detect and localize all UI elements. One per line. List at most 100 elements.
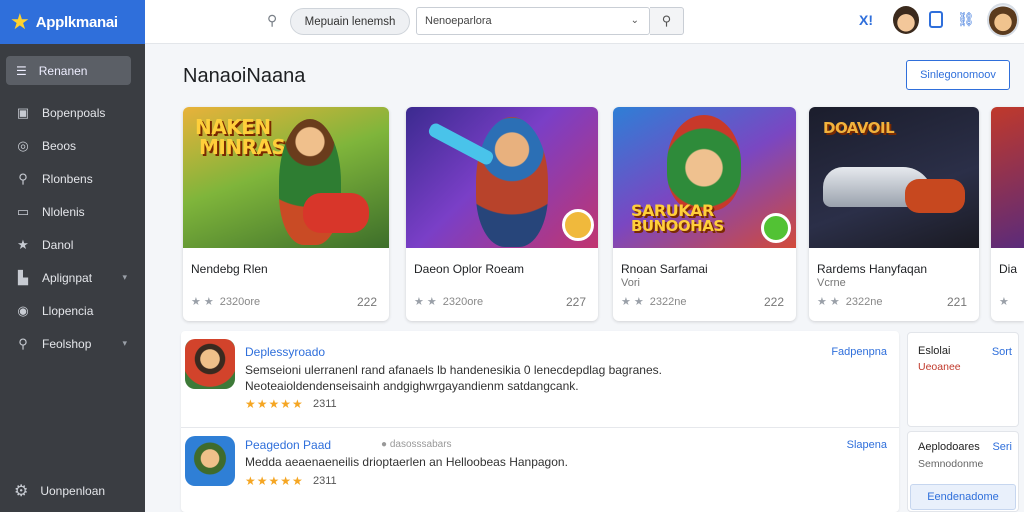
card-stats: ★ ★ 2320ore: [191, 295, 261, 309]
card-count: 227: [565, 295, 586, 309]
list-action-link[interactable]: Fadpenpna: [831, 346, 887, 358]
inbox-icon: ▣: [16, 104, 30, 120]
sidebar-item-label: Rlonbens: [42, 171, 93, 186]
side-panel: Eslolai Sort Ueoanee: [907, 332, 1019, 427]
sidebar-item-7[interactable]: ◉ Llopencia: [0, 294, 145, 327]
app-name[interactable]: Deplessyroado: [245, 345, 325, 359]
card-rating: 2320ore: [442, 295, 484, 308]
sidebar-item-6[interactable]: ▙ Aplignpat ▾: [0, 261, 145, 294]
star-icon: ★ ★: [817, 296, 840, 308]
card-artwork: [406, 107, 598, 248]
user-avatar[interactable]: [987, 3, 1019, 37]
sidebar-item-1[interactable]: ▣ Bopenpoals: [0, 96, 145, 129]
panel-status: Ueoanee: [918, 361, 961, 373]
sidebar-item-3[interactable]: ⚲ Rlonbens: [0, 162, 145, 195]
artwork-subtitle: MINRAS: [199, 135, 286, 159]
rival-car-art: [905, 179, 965, 213]
sidebar-nav: ▣ Bopenpoals ◎ Beoos ⚲ Rlonbens ▭ Nlolenis ★…: [0, 96, 145, 360]
search-icon: ⚲: [661, 13, 672, 28]
card-rating: 2322ne: [845, 295, 883, 308]
panel-button[interactable]: Eendenadome: [910, 484, 1016, 510]
search-pill[interactable]: Mepuain lenemsh: [290, 8, 410, 35]
gear-icon: ⚙: [14, 483, 29, 500]
app-brand[interactable]: ★ Applkmanai: [0, 0, 145, 44]
artwork-title: DOAVOIL: [823, 119, 895, 137]
key-icon: ⚲: [18, 170, 28, 186]
list-item[interactable]: Deplessyroado Semseioni ulerranenl rand …: [181, 331, 899, 419]
card-artwork: [991, 107, 1024, 248]
rating-stars: ★★★★★: [245, 474, 304, 488]
search-icon[interactable]: ⚲: [267, 12, 277, 29]
sort-link[interactable]: Sort: [992, 346, 1012, 358]
avatar[interactable]: [893, 6, 919, 34]
gamepad-art: [303, 193, 369, 233]
card-count: 222: [356, 295, 377, 309]
bulb-icon: ◎: [17, 137, 29, 153]
app-card[interactable]: Dia ★: [991, 107, 1024, 321]
app-name: Applkmanai: [35, 13, 118, 31]
card-subtitle: Vcrne: [817, 277, 846, 289]
card-artwork: SARUKAR BUNOOHAS: [613, 107, 796, 248]
header-action-button[interactable]: Sinlegonomoov: [906, 60, 1010, 90]
panel-subtitle: Semnodonme: [918, 458, 984, 470]
sidebar-item-4[interactable]: ▭ Nlolenis: [0, 195, 145, 228]
app-list: Deplessyroado Semseioni ulerranenl rand …: [181, 331, 899, 512]
app-card[interactable]: SARUKAR BUNOOHAS Rnoan Sarfamai Vori ★ ★…: [613, 107, 796, 321]
card-title: Daeon Oplor Roeam: [414, 262, 525, 276]
network-icon[interactable]: ⛓: [957, 11, 975, 28]
notification-x-icon[interactable]: X!: [859, 12, 873, 28]
card-artwork: NAKEN MINRAS: [183, 107, 389, 248]
clipboard-icon[interactable]: [929, 11, 943, 28]
panel-link[interactable]: Seri: [992, 441, 1012, 453]
search-icon: ⚲: [18, 335, 28, 351]
character-art: [667, 115, 741, 211]
card-count: 222: [763, 295, 784, 309]
panel-heading: Aeplodoares: [918, 441, 980, 453]
list-action-link[interactable]: Slapena: [847, 439, 887, 451]
card-stats: ★ ★ 2322ne: [817, 295, 883, 309]
sidebar-item-label: Danol: [42, 237, 74, 252]
sidebar-item-2[interactable]: ◎ Beoos: [0, 129, 145, 162]
review-count: 2311: [313, 398, 337, 410]
sidebar-settings[interactable]: ⚙ Uonpenloan: [0, 478, 145, 504]
badge-icon: [562, 209, 594, 241]
card-subtitle: Vori: [621, 277, 640, 289]
review-count: 2311: [313, 475, 337, 487]
app-tag: ● dasosssabars: [381, 439, 452, 450]
sidebar-item-active[interactable]: ☰ Renanen: [6, 56, 131, 85]
search-button[interactable]: ⚲: [650, 7, 684, 35]
app-description: Semseioni ulerranenl rand afanaels lb ha…: [245, 363, 662, 393]
sidebar: ★ Applkmanai ☰ Renanen ▣ Bopenpoals ◎ Beoo…: [0, 0, 145, 512]
menu-icon: ☰: [16, 63, 27, 78]
sidebar-item-5[interactable]: ★ Danol: [0, 228, 145, 261]
app-card[interactable]: Daeon Oplor Roeam ★ ★ 2320ore 227: [406, 107, 598, 321]
card-stats: ★: [999, 295, 1009, 308]
filter-select-value: Nenoeparlora: [425, 15, 492, 27]
star-icon: ★: [17, 236, 29, 252]
card-rating: 2322ne: [649, 295, 687, 308]
card-rating: 2320ore: [219, 295, 261, 308]
circle-icon: ◉: [17, 302, 29, 318]
app-description: Medda aeaenaeneilis drioptaerlen an Hell…: [245, 455, 568, 469]
app-card[interactable]: NAKEN MINRAS Nendebg Rlen ★ ★ 2320ore 222: [183, 107, 389, 321]
sidebar-item-label: Aplignpat: [42, 270, 93, 285]
sidebar-item-label: Feolshop: [42, 336, 92, 351]
tablet-icon: ▭: [16, 203, 30, 219]
star-icon: ★ ★: [621, 296, 644, 308]
top-bar: ⚲ Mepuain lenemsh Nenoeparlora ⌄ ⚲ X! ⛓: [145, 0, 1024, 44]
sidebar-item-label: Beoos: [42, 138, 77, 153]
character-art: [476, 117, 548, 247]
artwork-subtitle: BUNOOHAS: [631, 217, 724, 235]
card-stats: ★ ★ 2320ore: [414, 295, 484, 309]
app-card[interactable]: DOAVOIL Rardems Hanyfaqan Vcrne ★ ★ 2322n…: [809, 107, 979, 321]
sidebar-item-8[interactable]: ⚲ Feolshop ▾: [0, 327, 145, 360]
star-icon: ★: [10, 9, 30, 34]
sidebar-item-label: Uonpenloan: [40, 484, 106, 498]
chevron-down-icon: ▾: [122, 272, 127, 282]
list-item[interactable]: Peagedon Paad ● dasosssabars Medda aeaen…: [181, 428, 899, 512]
chevron-down-icon: ⌄: [630, 15, 639, 26]
sidebar-item-label: Nlolenis: [42, 204, 85, 219]
filter-select[interactable]: Nenoeparlora ⌄: [416, 7, 650, 35]
panel-heading: Eslolai: [918, 345, 951, 357]
app-name[interactable]: Peagedon Paad: [245, 438, 331, 452]
